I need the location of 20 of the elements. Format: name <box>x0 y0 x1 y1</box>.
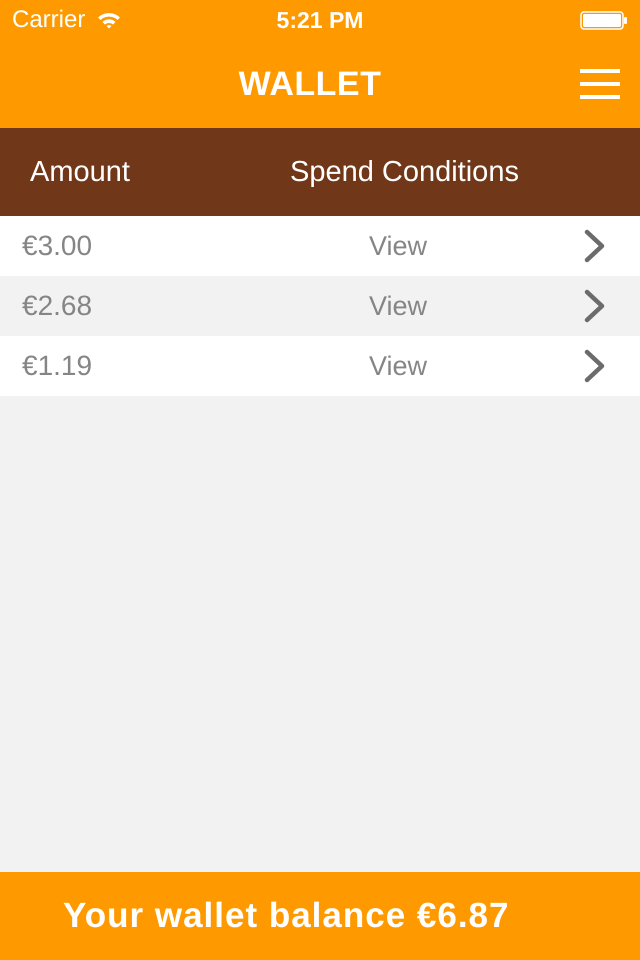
battery-icon <box>580 10 628 30</box>
wallet-balance-text: Your wallet balance €6.87 <box>63 896 510 936</box>
view-link[interactable]: View <box>368 290 428 322</box>
column-header: Amount <box>30 155 131 189</box>
chevron-right-icon <box>584 289 606 323</box>
wifi-icon <box>97 11 122 29</box>
chevron-right-icon <box>584 349 606 383</box>
menu-icon[interactable] <box>580 69 620 99</box>
chevron-right-icon <box>584 229 606 263</box>
status-time: 5:21 PM <box>276 6 364 34</box>
amount-cell: €1.19 <box>22 350 92 382</box>
view-link[interactable]: View <box>368 230 428 262</box>
wallet-row[interactable]: €3.00 View <box>0 216 640 276</box>
amount-cell: €3.00 <box>22 230 92 262</box>
screen-title: WALLET <box>238 64 382 104</box>
view-link[interactable]: View <box>368 350 428 382</box>
column-header: Spend Conditions <box>290 155 519 189</box>
amount-cell: €2.68 <box>22 290 92 322</box>
wallet-row[interactable]: €1.19 View <box>0 336 640 396</box>
carrier-label: Carrier <box>12 6 86 34</box>
